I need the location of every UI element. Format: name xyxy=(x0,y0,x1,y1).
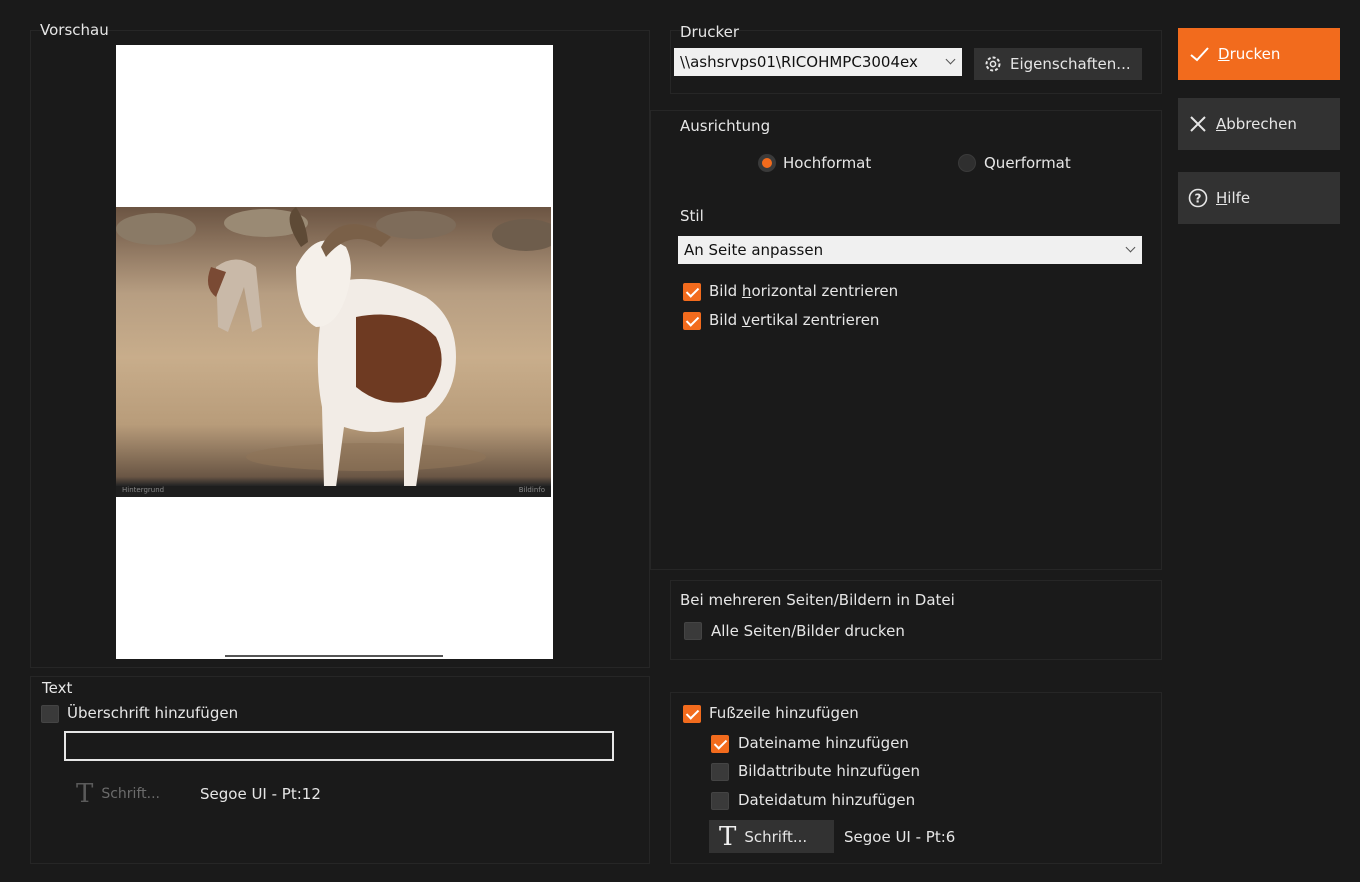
goat-image xyxy=(116,207,551,497)
landscape-radio[interactable] xyxy=(958,154,976,172)
preview-photo: Hintergrund Bildinfo xyxy=(116,207,551,497)
print-button[interactable]: Drucken xyxy=(1178,28,1340,80)
add-footer-label[interactable]: Fußzeile hinzufügen xyxy=(709,704,859,722)
date-label[interactable]: Dateidatum hinzufügen xyxy=(738,791,915,809)
attributes-label[interactable]: Bildattribute hinzufügen xyxy=(738,762,920,780)
center-vertical-checkbox[interactable] xyxy=(683,312,701,330)
cancel-label-key: A xyxy=(1216,115,1227,133)
checkmark-icon xyxy=(1188,45,1210,63)
center-horizontal-label-key: h xyxy=(741,282,752,300)
help-label: Hilfe xyxy=(1216,189,1250,207)
center-vertical-label-pre: Bild xyxy=(709,311,742,329)
photo-caption-right: Bildinfo xyxy=(518,486,545,494)
printer-label: Drucker xyxy=(680,23,740,41)
chevron-down-icon xyxy=(1125,242,1136,253)
text-section-label: Text xyxy=(42,679,73,697)
style-label: Stil xyxy=(680,207,704,225)
portrait-radio[interactable] xyxy=(758,154,776,172)
filename-label[interactable]: Dateiname hinzufügen xyxy=(738,734,909,752)
preview-footer-line xyxy=(225,655,443,657)
text-font-icon: T xyxy=(76,779,94,809)
cancel-label: Abbrechen xyxy=(1216,115,1297,133)
gear-icon xyxy=(984,55,1002,73)
multi-pages-label: Bei mehreren Seiten/Bildern in Datei xyxy=(680,591,955,609)
printer-select[interactable]: \\ashsrvps01\RICOHMPC3004ex xyxy=(674,48,962,76)
style-select[interactable]: An Seite anpassen xyxy=(678,236,1142,264)
center-vertical-label-post: ertikal zentrieren xyxy=(750,311,880,329)
help-label-key: H xyxy=(1216,189,1228,207)
help-button[interactable]: ? Hilfe xyxy=(1178,172,1340,224)
cancel-button[interactable]: Abbrechen xyxy=(1178,98,1340,150)
center-horizontal-checkbox[interactable] xyxy=(683,283,701,301)
properties-label: Eigenschaften... xyxy=(1010,55,1131,73)
filename-checkbox[interactable] xyxy=(711,735,729,753)
add-footer-checkbox[interactable] xyxy=(683,705,701,723)
printer-select-value: \\ashsrvps01\RICOHMPC3004ex xyxy=(680,53,918,71)
heading-checkbox-label[interactable]: Überschrift hinzufügen xyxy=(67,704,238,722)
heading-font-info: Segoe UI - Pt:12 xyxy=(200,785,321,803)
chevron-down-icon xyxy=(945,54,956,65)
date-checkbox[interactable] xyxy=(711,792,729,810)
all-pages-checkbox[interactable] xyxy=(684,622,702,640)
center-horizontal-label[interactable]: Bild horizontal zentrieren xyxy=(709,282,898,300)
heading-input[interactable] xyxy=(64,731,614,761)
photo-caption-left: Hintergrund xyxy=(122,486,165,494)
landscape-label[interactable]: Querformat xyxy=(984,154,1071,172)
all-pages-label[interactable]: Alle Seiten/Bilder drucken xyxy=(711,622,905,640)
footer-font-info: Segoe UI - Pt:6 xyxy=(844,828,956,846)
center-horizontal-label-pre: Bild xyxy=(709,282,742,300)
svg-text:?: ? xyxy=(1195,192,1202,206)
footer-font-button[interactable]: T Schrift... xyxy=(709,820,834,853)
print-label: Drucken xyxy=(1218,45,1280,63)
center-vertical-label[interactable]: Bild vertikal zentrieren xyxy=(709,311,879,329)
text-font-icon: T xyxy=(719,821,737,852)
close-icon xyxy=(1188,114,1208,134)
print-label-key: D xyxy=(1218,45,1230,63)
help-icon: ? xyxy=(1188,188,1208,208)
settings-frame xyxy=(650,110,1162,570)
help-label-rest: ilfe xyxy=(1227,189,1251,207)
heading-font-button[interactable]: T Schrift... xyxy=(66,778,178,810)
properties-button[interactable]: Eigenschaften... xyxy=(974,48,1142,80)
style-select-value: An Seite anpassen xyxy=(684,241,824,259)
orientation-label: Ausrichtung xyxy=(680,117,771,135)
preview-label: Vorschau xyxy=(40,21,109,39)
center-vertical-label-key: v xyxy=(741,311,751,329)
print-label-rest: rucken xyxy=(1229,45,1281,63)
portrait-label[interactable]: Hochformat xyxy=(783,154,871,172)
heading-font-label: Schrift... xyxy=(101,786,160,802)
attributes-checkbox[interactable] xyxy=(711,763,729,781)
center-horizontal-label-post: orizontal zentrieren xyxy=(751,282,899,300)
footer-font-label: Schrift... xyxy=(744,827,808,846)
cancel-label-rest: bbrechen xyxy=(1226,115,1297,133)
heading-checkbox[interactable] xyxy=(41,705,59,723)
